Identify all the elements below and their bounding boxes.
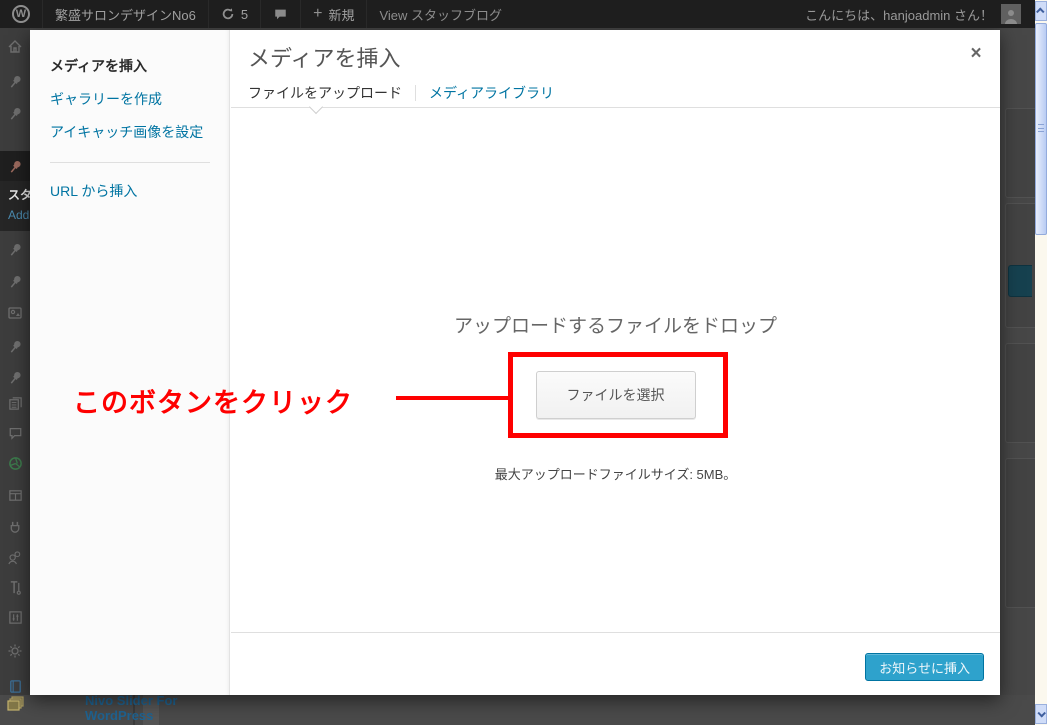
modal-title: メディアを挿入 <box>248 41 400 73</box>
scroll-up-arrow[interactable] <box>1035 1 1047 21</box>
updates-link[interactable]: 5 <box>208 0 260 28</box>
background-panel-fragment <box>1005 108 1035 198</box>
browser-scrollbar[interactable] <box>1035 0 1047 725</box>
admin-sidebar-strip: スタ Add <box>0 28 30 725</box>
pages-icon <box>8 396 23 411</box>
background-publish-button-fragment <box>1008 265 1032 297</box>
menu-item-insert-media[interactable]: メディアを挿入 <box>50 56 229 76</box>
chevron-up-icon <box>1036 7 1044 15</box>
appearance-icon <box>8 488 23 503</box>
background-panel-fragment <box>1005 458 1035 608</box>
insert-into-post-button[interactable]: お知らせに挿入 <box>865 653 984 681</box>
sidebar-item-staff-blog-active[interactable] <box>0 153 30 179</box>
menu-item-insert-from-url[interactable]: URL から挿入 <box>50 181 229 201</box>
stacked-slides-icon <box>6 694 26 714</box>
pushpin-icon <box>8 242 23 257</box>
aperture-icon <box>8 456 23 471</box>
site-name-link[interactable]: 繁盛サロンデザインNo6 <box>42 0 208 28</box>
wordpress-menu[interactable]: W <box>0 0 42 28</box>
person-icon <box>1003 8 1019 24</box>
sidebar-item-plugins[interactable] <box>0 514 30 540</box>
sidebar-item-post-type-1[interactable] <box>0 68 30 94</box>
sidebar-item-appearance[interactable] <box>0 482 30 508</box>
background-page-right-strip <box>1000 28 1035 725</box>
sidebar-item-pages[interactable] <box>0 390 30 416</box>
account-menu[interactable]: こんにちは、hanjoadmin さん！ <box>805 4 1035 24</box>
tab-media-library[interactable]: メディアライブラリ <box>429 83 554 103</box>
camera-media-icon <box>7 305 23 321</box>
chevron-down-icon <box>1037 709 1045 717</box>
annotation-pointer-line <box>396 396 510 400</box>
scrollbar-thumb[interactable] <box>1035 23 1047 235</box>
update-count: 5 <box>241 7 248 22</box>
avatar <box>1001 4 1021 24</box>
comments-link[interactable] <box>260 0 300 28</box>
sidebar-item-options[interactable] <box>0 638 30 664</box>
view-site-link[interactable]: View スタッフブログ <box>366 0 514 28</box>
annotation-click-this-button: このボタンをクリック <box>73 381 353 420</box>
sliders-icon <box>8 610 23 625</box>
background-panel-fragment <box>1005 343 1035 443</box>
users-icon <box>7 550 23 565</box>
sidebar-item-post-type-6[interactable] <box>0 364 30 390</box>
comment-bubble-icon <box>273 7 288 21</box>
sidebar-item-settings[interactable] <box>0 604 30 630</box>
pushpin-icon <box>8 370 23 385</box>
close-icon[interactable]: × <box>964 42 988 66</box>
sidebar-item-dashboard[interactable] <box>0 34 30 60</box>
plug-icon <box>8 520 23 535</box>
wordpress-logo-icon: W <box>12 5 30 23</box>
modal-menu-panel: メディアを挿入 ギャラリーを作成 アイキャッチ画像を設定 URL から挿入 <box>30 30 230 695</box>
home-icon <box>7 39 23 55</box>
new-content-link[interactable]: + 新規 <box>300 0 366 28</box>
sidebar-item-plugin-green[interactable] <box>0 450 30 476</box>
admin-bar: W 繁盛サロンデザインNo6 5 + 新規 View スタッフブログ こんにちは… <box>0 0 1035 28</box>
tab-upload-files[interactable]: ファイルをアップロード <box>248 83 402 103</box>
sidebar-submenu-title: スタ <box>8 186 32 203</box>
pushpin-icon-active <box>8 159 23 174</box>
site-name-label: 繁盛サロンデザインNo6 <box>55 5 196 24</box>
pushpin-icon <box>8 339 23 354</box>
annotation-highlight-box <box>508 352 728 438</box>
sidebar-item-post-type-4[interactable] <box>0 268 30 294</box>
plus-icon: + <box>313 5 322 23</box>
sidebar-item-comments[interactable] <box>0 420 30 446</box>
comment-bubble-icon <box>8 426 23 440</box>
gear-icon <box>7 643 23 659</box>
drop-instructions: アップロードするファイルをドロップ <box>231 311 1000 338</box>
max-upload-size-label: 最大アップロードファイルサイズ: 5MB。 <box>231 464 1000 483</box>
scrollbar-grip <box>1038 124 1044 132</box>
sidebar-submenu-add-link[interactable]: Add <box>8 208 29 222</box>
sidebar-item-media[interactable] <box>0 300 30 326</box>
tools-icon <box>8 580 23 595</box>
nivo-slider-label: Nivo Slider For WordPress <box>85 693 235 723</box>
view-site-label: View スタッフブログ <box>379 5 502 24</box>
pushpin-icon <box>8 106 23 121</box>
sidebar-item-post-type-3[interactable] <box>0 236 30 262</box>
tabs-border <box>231 107 1000 108</box>
menu-item-set-featured-image[interactable]: アイキャッチ画像を設定 <box>50 122 229 142</box>
sidebar-item-tools[interactable] <box>0 574 30 600</box>
modal-footer: お知らせに挿入 <box>231 632 1000 695</box>
sidebar-item-users[interactable] <box>0 544 30 570</box>
menu-separator <box>50 162 210 163</box>
menu-item-create-gallery[interactable]: ギャラリーを作成 <box>50 89 229 109</box>
notebook-icon <box>8 679 23 694</box>
tab-separator <box>415 85 416 101</box>
pushpin-icon <box>8 74 23 89</box>
new-label: 新規 <box>328 5 354 24</box>
greeting-label: こんにちは、hanjoadmin さん！ <box>805 5 993 24</box>
pushpin-icon <box>8 274 23 289</box>
modal-tabs: ファイルをアップロード メディアライブラリ <box>248 78 554 108</box>
updates-refresh-icon <box>221 7 235 21</box>
sidebar-item-post-type-2[interactable] <box>0 100 30 126</box>
scroll-down-arrow[interactable] <box>1035 704 1047 724</box>
sidebar-item-post-type-5[interactable] <box>0 333 30 359</box>
